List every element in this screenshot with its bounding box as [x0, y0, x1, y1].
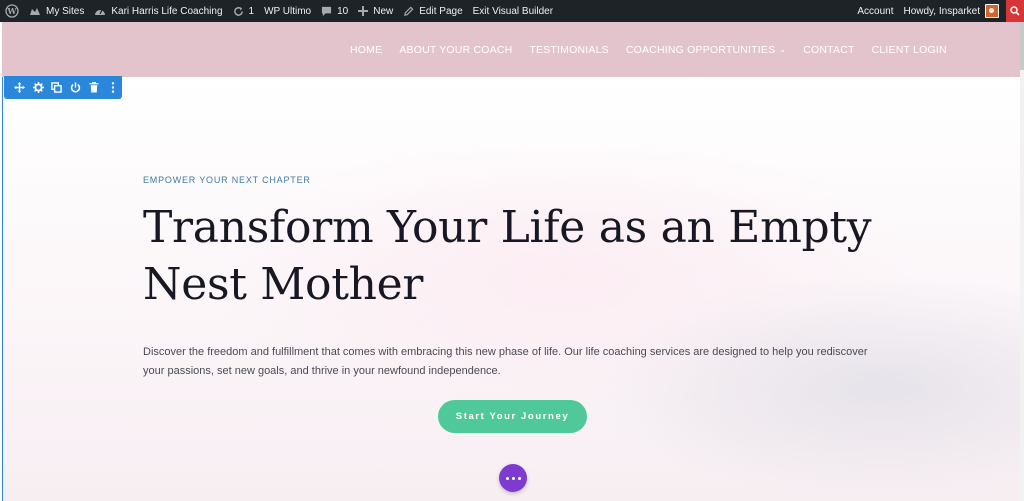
comments-count: 10	[337, 5, 349, 17]
comments-menu[interactable]: 10	[316, 0, 353, 22]
site-name-label: Kari Harris Life Coaching	[111, 5, 223, 17]
wp-logo-icon[interactable]: W	[0, 0, 24, 22]
move-icon[interactable]	[10, 76, 29, 99]
dot	[517, 476, 521, 480]
nav-label: CONTACT	[803, 43, 855, 56]
search-button[interactable]	[1006, 0, 1024, 22]
nav-label: HOME	[350, 43, 383, 56]
more-vertical-icon[interactable]	[103, 76, 122, 99]
updates-count: 1	[248, 5, 255, 17]
my-sites-menu[interactable]: My Sites	[24, 0, 89, 22]
exit-builder-label: Exit Visual Builder	[472, 5, 554, 17]
divi-section-toolbar	[4, 76, 122, 99]
svg-text:W: W	[7, 6, 18, 16]
hero-description: Discover the freedom and fulfillment tha…	[143, 346, 868, 377]
hero-kicker: EMPOWER YOUR NEXT CHAPTER	[143, 175, 311, 185]
nav-testimonials[interactable]: TESTIMONIALS	[529, 44, 608, 56]
wp-ultimo-label: WP Ultimo	[264, 5, 312, 17]
edit-page-label: Edit Page	[419, 5, 463, 17]
refresh-icon	[233, 6, 244, 17]
site-header: HOME ABOUT YOUR COACH TESTIMONIALS COACH…	[2, 22, 1020, 77]
trash-icon[interactable]	[85, 76, 104, 99]
main-nav: HOME ABOUT YOUR COACH TESTIMONIALS COACH…	[350, 22, 964, 77]
new-content-menu[interactable]: New	[353, 0, 398, 22]
site-name-menu[interactable]: Kari Harris Life Coaching	[89, 0, 227, 22]
avatar	[985, 4, 999, 18]
settings-icon[interactable]	[29, 76, 48, 99]
nav-label: ABOUT YOUR COACH	[399, 43, 513, 56]
howdy-label: Howdy, Insparket	[903, 5, 980, 17]
dashboard-icon	[94, 6, 106, 16]
duplicate-icon[interactable]	[47, 76, 66, 99]
nav-contact[interactable]: CONTACT	[803, 44, 854, 56]
hero-headline: Transform Your Life as an Empty Nest Mot…	[143, 202, 872, 310]
cta-label: Start Your Journey	[455, 411, 570, 422]
nav-home[interactable]: HOME	[350, 44, 382, 56]
chevron-down-icon: ⌄	[779, 45, 787, 54]
nav-label: CLIENT LOGIN	[871, 43, 947, 56]
my-account-menu[interactable]: Howdy, Insparket	[898, 0, 1004, 22]
nav-coaching-opportunities[interactable]: COACHING OPPORTUNITIES ⌄	[626, 44, 786, 56]
wp-ultimo-menu[interactable]: WP Ultimo	[259, 0, 316, 22]
updates-menu[interactable]: 1	[228, 0, 260, 22]
builder-section-outline	[2, 77, 3, 501]
builder-more-options-button[interactable]	[499, 464, 527, 492]
plus-icon	[358, 6, 369, 16]
account-label: Account	[857, 5, 894, 17]
scrollbar-track[interactable]	[1020, 22, 1024, 501]
comment-icon	[321, 6, 332, 17]
dot	[511, 476, 515, 480]
nav-about-your-coach[interactable]: ABOUT YOUR COACH	[399, 44, 512, 56]
dot	[505, 476, 509, 480]
search-icon	[1010, 6, 1020, 16]
my-sites-icon	[29, 6, 41, 16]
exit-visual-builder-link[interactable]: Exit Visual Builder	[468, 0, 558, 22]
start-your-journey-button[interactable]: Start Your Journey	[438, 400, 587, 433]
pencil-icon	[403, 6, 414, 17]
new-label: New	[373, 5, 394, 17]
wp-admin-bar: W My Sites Kari Harris Life Coaching 1 W…	[0, 0, 1024, 22]
account-link[interactable]: Account	[852, 0, 898, 22]
nav-client-login[interactable]: CLIENT LOGIN	[872, 44, 947, 56]
nav-label: TESTIMONIALS	[529, 43, 609, 56]
scrollbar-thumb[interactable]	[1020, 22, 1024, 70]
edit-page-link[interactable]: Edit Page	[398, 0, 467, 22]
power-icon[interactable]	[66, 76, 85, 99]
my-sites-label: My Sites	[46, 5, 85, 17]
nav-label: COACHING OPPORTUNITIES	[625, 43, 776, 56]
